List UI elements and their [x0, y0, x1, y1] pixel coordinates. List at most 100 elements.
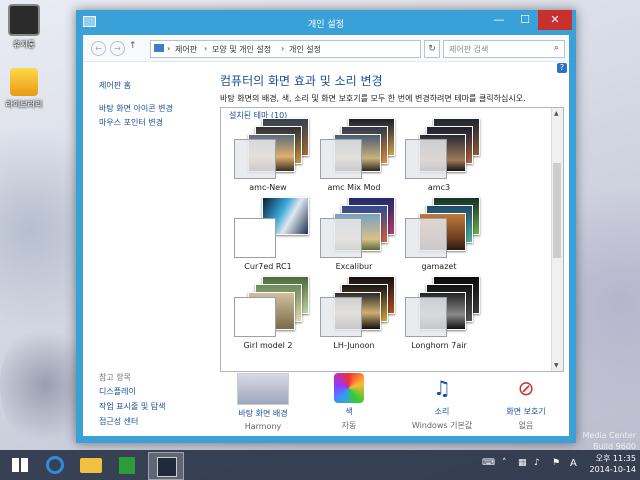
refresh-button[interactable]: ↻	[424, 40, 440, 58]
watermark: Media Center Build 9600	[582, 431, 637, 451]
setting-label: 화면 보호기	[506, 407, 546, 416]
breadcrumb-separator: ›	[167, 44, 171, 53]
libraries-icon	[10, 68, 38, 96]
theme-name: Excalibur	[335, 262, 373, 271]
clock-date: 2014-10-14	[589, 465, 637, 474]
taskbar: ⌨ ˄ ▦ ♪ ⚑ A 오후 11:35 2014-10-14	[0, 450, 640, 480]
theme-name: amc Mix Mod	[327, 183, 381, 192]
theme-preview	[404, 118, 480, 179]
theme-item[interactable]: amc-New	[225, 116, 311, 194]
theme-item[interactable]: Longhorn 7air	[396, 274, 482, 352]
color-setting[interactable]: 색 자동	[306, 373, 392, 431]
wallpaper-thumbnail-icon	[237, 373, 289, 405]
personalization-task-icon[interactable]	[148, 452, 184, 480]
theme-preview	[233, 276, 309, 337]
taskbar-navigation-link[interactable]: 작업 표시줄 및 탐색	[99, 401, 166, 412]
setting-value: Windows 기본값	[411, 421, 473, 430]
flag-icon[interactable]: ⚑	[552, 458, 560, 468]
desktop-icon-libraries[interactable]: 라이브러리	[0, 68, 54, 110]
language-indicator[interactable]: A	[570, 458, 577, 469]
scrollbar-thumb[interactable]	[553, 163, 561, 258]
theme-name: Girl model 2	[243, 341, 293, 350]
keyboard-icon[interactable]: ⌨	[482, 458, 495, 468]
desktop-icons-link[interactable]: 바탕 화면 아이콘 변경	[99, 103, 173, 114]
page-title: 컴퓨터의 화면 효과 및 소리 변경	[220, 74, 383, 88]
theme-name: gamazet	[421, 262, 457, 271]
theme-preview	[319, 118, 395, 179]
store-icon[interactable]	[110, 452, 144, 478]
setting-value: Harmony	[244, 422, 282, 431]
theme-item[interactable]: Girl model 2	[225, 274, 311, 352]
theme-preview	[233, 118, 309, 179]
scroll-up-icon[interactable]: ▲	[554, 110, 559, 117]
theme-preview	[233, 197, 309, 258]
help-button[interactable]: ?	[557, 63, 567, 73]
back-button[interactable]: ←	[91, 41, 106, 56]
desktop-icon-label: 휴지통	[12, 40, 36, 49]
start-button[interactable]	[4, 452, 38, 478]
close-button[interactable]: ✕	[538, 10, 572, 30]
screen-saver-setting[interactable]: ⊘ 화면 보호기 없음	[483, 373, 569, 431]
scroll-down-icon[interactable]: ▼	[554, 362, 559, 369]
breadcrumb-separator: ›	[204, 44, 208, 53]
mouse-pointer-link[interactable]: 마우스 포인터 변경	[99, 117, 163, 128]
sound-notes-icon: ♫	[433, 376, 451, 400]
screen-saver-icon: ⊘	[517, 376, 535, 400]
file-explorer-icon[interactable]	[74, 452, 108, 478]
setting-value: 자동	[341, 421, 357, 430]
theme-item[interactable]: gamazet	[396, 195, 482, 273]
theme-name: amc3	[427, 183, 451, 192]
recycle-bin-icon	[8, 4, 40, 36]
theme-name: Longhorn 7air	[411, 341, 467, 350]
breadcrumb-separator: ›	[281, 44, 285, 53]
personalization-window: 개인 설정 — ☐ ✕ ← → ↑ › 제어판 › 모양 및 개인 설정 › 개…	[76, 10, 576, 443]
theme-item[interactable]: Excalibur	[311, 195, 397, 273]
show-hidden-icons[interactable]: ˄	[502, 458, 507, 468]
up-button[interactable]: ↑	[129, 41, 137, 51]
address-bar-row: ← → ↑ › 제어판 › 모양 및 개인 설정 › 개인 설정 ▾ ↻ 제어판…	[83, 35, 569, 62]
theme-preview	[404, 276, 480, 337]
breadcrumb-control-panel[interactable]: 제어판	[175, 44, 197, 55]
setting-label: 소리	[434, 407, 450, 416]
window-client: ← → ↑ › 제어판 › 모양 및 개인 설정 › 개인 설정 ▾ ↻ 제어판…	[83, 35, 569, 436]
theme-preview	[404, 197, 480, 258]
ease-of-access-link[interactable]: 접근성 센터	[99, 416, 138, 427]
desktop-icon-recycle-bin[interactable]: 휴지통	[0, 4, 54, 50]
theme-item[interactable]: amc3	[396, 116, 482, 194]
theme-item[interactable]: amc Mix Mod	[311, 116, 397, 194]
sound-setting[interactable]: ♫ 소리 Windows 기본값	[399, 373, 485, 431]
address-box[interactable]: › 제어판 › 모양 및 개인 설정 › 개인 설정 ▾	[150, 40, 479, 58]
theme-item[interactable]: Cur7ed RC1	[225, 195, 311, 273]
control-panel-home-link[interactable]: 제어판 홈	[99, 80, 131, 91]
search-placeholder: 제어판 검색	[449, 45, 489, 54]
theme-name: LH-Junoon	[333, 341, 375, 350]
theme-list: 설치된 테마 (10) amc-New amc Mix Mod amc3 Cur…	[220, 107, 564, 372]
setting-value: 없음	[518, 421, 534, 430]
desktop-icon-label: 라이브러리	[5, 100, 43, 109]
search-icon[interactable]: ⌕	[554, 43, 559, 53]
volume-icon[interactable]: ♪	[534, 458, 540, 468]
theme-item[interactable]: LH-Junoon	[311, 274, 397, 352]
page-description: 바탕 화면의 배경, 색, 소리 및 화면 보호기를 모두 한 번에 변경하려면…	[220, 94, 526, 103]
theme-preview	[319, 197, 395, 258]
maximize-button[interactable]: ☐	[512, 10, 538, 30]
control-panel-icon	[154, 44, 164, 52]
color-palette-icon	[334, 373, 364, 403]
breadcrumb-personalization[interactable]: 개인 설정	[289, 44, 321, 55]
clock-time: 오후 11:35	[595, 454, 636, 463]
network-icon[interactable]: ▦	[518, 458, 527, 468]
search-input[interactable]: 제어판 검색 ⌕	[443, 40, 565, 58]
title-bar[interactable]: 개인 설정 — ☐ ✕	[76, 10, 576, 35]
theme-list-scrollbar[interactable]: ▲ ▼	[551, 108, 563, 371]
breadcrumb-appearance[interactable]: 모양 및 개인 설정	[212, 44, 271, 55]
display-link[interactable]: 디스플레이	[99, 386, 136, 397]
clock[interactable]: 오후 11:35 2014-10-14	[586, 453, 637, 475]
forward-button[interactable]: →	[110, 41, 125, 56]
theme-preview	[319, 276, 395, 337]
setting-label: 바탕 화면 배경	[238, 409, 288, 418]
theme-name: Cur7ed RC1	[244, 262, 292, 271]
theme-name: amc-New	[249, 183, 287, 192]
desktop-background-setting[interactable]: 바탕 화면 배경 Harmony	[220, 373, 306, 431]
minimize-button[interactable]: —	[486, 10, 512, 30]
internet-explorer-icon[interactable]	[38, 452, 72, 478]
